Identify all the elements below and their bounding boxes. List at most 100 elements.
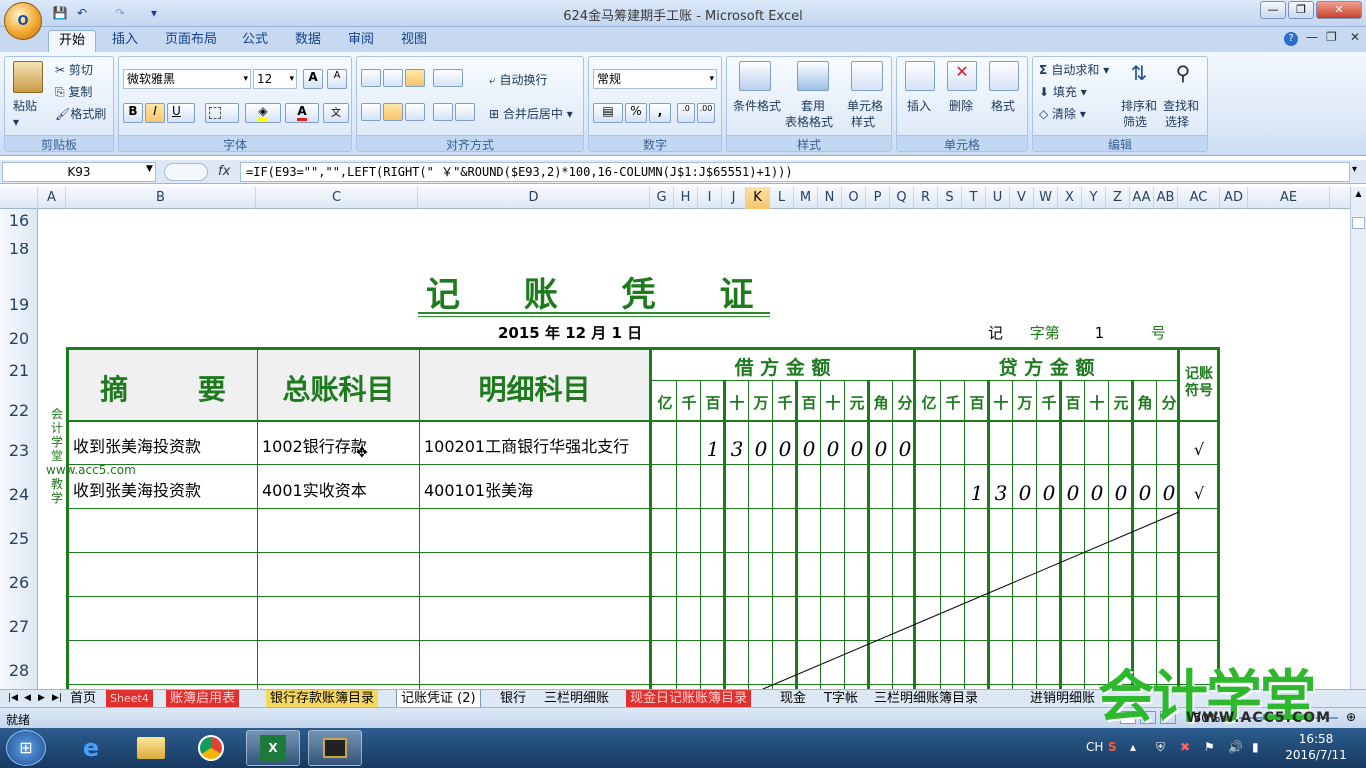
start-button[interactable]: ⊞ — [6, 730, 46, 766]
col-header-D[interactable]: D — [418, 187, 650, 209]
scroll-thumb[interactable] — [1352, 217, 1365, 229]
col-header-J[interactable]: J — [722, 187, 746, 209]
formula-expand-handle[interactable] — [164, 163, 208, 181]
vertical-scrollbar[interactable]: ▲ — [1350, 187, 1366, 689]
paste-icon[interactable] — [13, 61, 43, 93]
col-header-K[interactable]: K — [746, 187, 770, 209]
insert-cells-button[interactable]: 插入 — [907, 97, 931, 114]
insert-cells-icon[interactable] — [905, 61, 935, 91]
last-sheet-icon[interactable]: ▶| — [48, 690, 66, 708]
sheet-tab-sheet4[interactable]: Sheet4 — [106, 690, 153, 708]
col-header-I[interactable]: I — [698, 187, 722, 209]
align-right-icon[interactable] — [405, 103, 425, 121]
row-header-20[interactable]: 20 — [0, 329, 38, 348]
sogou-icon[interactable]: S — [1108, 740, 1117, 754]
signal-icon[interactable]: ▮ — [1252, 740, 1259, 754]
clock-time[interactable]: 16:58 — [1286, 732, 1346, 746]
tray-expand-icon[interactable]: ▴ — [1130, 740, 1136, 754]
next-sheet-icon[interactable]: ▶ — [34, 690, 49, 708]
sheet-tab-account-enable[interactable]: 账簿启用表 — [166, 690, 240, 708]
col-header-A[interactable]: A — [38, 187, 66, 209]
col-header-V[interactable]: V — [1010, 187, 1034, 209]
font-name-select[interactable]: 微软雅黑 ▾ — [123, 69, 251, 89]
col-header-P[interactable]: P — [866, 187, 890, 209]
col-header-AC[interactable]: AC — [1178, 187, 1220, 209]
sheet-tab-three-column[interactable]: 三栏明细账 — [540, 690, 613, 708]
align-left-icon[interactable] — [361, 103, 381, 121]
font-color-button[interactable]: A — [285, 103, 319, 123]
col-header-AD[interactable]: AD — [1220, 187, 1248, 209]
col-header-L[interactable]: L — [770, 187, 794, 209]
formula-input[interactable]: =IF(E93="","",LEFT(RIGHT(" ￥"&ROUND($E93… — [240, 162, 1350, 182]
autosum-button[interactable]: Σ 自动求和 ▾ — [1039, 61, 1109, 78]
sheet-tab-t-account[interactable]: T字帐 — [820, 690, 862, 708]
col-header-C[interactable]: C — [256, 187, 418, 209]
help-icon[interactable]: ? — [1284, 32, 1298, 46]
fill-color-button[interactable]: ◈ — [245, 103, 281, 123]
align-top-icon[interactable] — [361, 69, 381, 87]
percent-button[interactable]: % — [625, 103, 647, 123]
italic-button[interactable]: I — [145, 103, 165, 123]
col-header-H[interactable]: H — [674, 187, 698, 209]
ribbon-restore-icon[interactable]: ❐ — [1326, 30, 1337, 44]
tab-view[interactable]: 视图 — [391, 30, 437, 52]
row-header-23[interactable]: 23 — [0, 441, 38, 460]
row-header-28[interactable]: 28 — [0, 661, 38, 680]
col-header-AA[interactable]: AA — [1130, 187, 1154, 209]
ribbon-minimize-icon[interactable]: — — [1306, 30, 1318, 44]
format-cells-button[interactable]: 格式 — [991, 97, 1015, 114]
name-box[interactable]: K93 — [2, 162, 156, 182]
align-center-icon[interactable] — [383, 103, 403, 121]
expand-formula-icon[interactable]: ▾ — [1352, 164, 1357, 175]
comma-button[interactable]: , — [649, 103, 671, 123]
tab-formulas[interactable]: 公式 — [232, 30, 278, 52]
zoom-in-icon[interactable]: ⊕ — [1346, 710, 1356, 724]
find-select-button-line1[interactable]: 查找和 — [1163, 97, 1199, 114]
delete-cells-icon[interactable]: ✕ — [947, 61, 977, 91]
col-header-N[interactable]: N — [818, 187, 842, 209]
font-size-select[interactable]: 12 ▾ — [253, 69, 297, 89]
find-select-icon[interactable]: ⚲ — [1169, 61, 1197, 89]
format-cells-icon[interactable] — [989, 61, 1019, 91]
tab-home[interactable]: 开始 — [48, 30, 97, 52]
format-table-icon[interactable] — [797, 61, 829, 91]
paste-button[interactable]: 粘贴 — [13, 97, 37, 114]
shield-icon[interactable]: ⛨ — [1156, 740, 1165, 755]
taskbar-ie[interactable]: e — [64, 730, 118, 766]
sort-filter-button-line1[interactable]: 排序和 — [1121, 97, 1157, 114]
col-header-U[interactable]: U — [986, 187, 1010, 209]
cell-styles-icon[interactable] — [851, 61, 883, 91]
sheet-tab-bank[interactable]: 银行 — [496, 690, 530, 708]
name-box-dropdown-icon[interactable]: ▼ — [146, 164, 153, 174]
copy-button[interactable]: ⎘ 复制 — [55, 83, 92, 100]
col-header-R[interactable]: R — [914, 187, 938, 209]
row-header-19[interactable]: 19 — [0, 295, 38, 314]
taskbar-explorer[interactable] — [124, 730, 178, 766]
taskbar-chrome[interactable] — [184, 730, 238, 766]
number-format-select[interactable]: 常规 ▾ — [593, 69, 717, 89]
bold-button[interactable]: B — [123, 103, 143, 123]
col-header-W[interactable]: W — [1034, 187, 1058, 209]
sheet-tab-cash[interactable]: 现金 — [776, 690, 810, 708]
tab-review[interactable]: 审阅 — [338, 30, 384, 52]
col-header-T[interactable]: T — [962, 187, 986, 209]
minimize-button[interactable]: — — [1260, 1, 1286, 19]
col-header-B[interactable]: B — [66, 187, 256, 209]
merge-center-button[interactable]: ⊞ 合并后居中 ▾ — [489, 105, 573, 122]
col-header-Z[interactable]: Z — [1106, 187, 1130, 209]
wrap-text-button[interactable]: ⤶ 自动换行 — [489, 71, 548, 88]
conditional-format-button[interactable]: 条件格式 — [733, 97, 781, 114]
col-header-AE[interactable]: AE — [1248, 187, 1330, 209]
close-button[interactable]: ✕ — [1316, 1, 1362, 19]
sheet-tab-cash-journal-dir[interactable]: 现金日记账账簿目录 — [626, 690, 752, 708]
sheet-tab-home[interactable]: 首页 — [66, 690, 100, 708]
insert-function-button[interactable]: fx — [218, 164, 230, 179]
increase-decimal-icon[interactable]: .0 — [677, 103, 695, 123]
office-button[interactable]: O — [4, 2, 42, 40]
format-table-button-line1[interactable]: 套用 — [801, 97, 825, 114]
worksheet-grid[interactable]: 记 账 凭 证 2015 年 12 月 1 日 记 字第 1 号 会计学堂www… — [38, 209, 1350, 689]
delete-cells-button[interactable]: 删除 — [949, 97, 973, 114]
cell-styles-button-line1[interactable]: 单元格 — [847, 97, 883, 114]
select-all-corner[interactable] — [0, 187, 38, 209]
row-header-16[interactable]: 16 — [0, 211, 38, 230]
